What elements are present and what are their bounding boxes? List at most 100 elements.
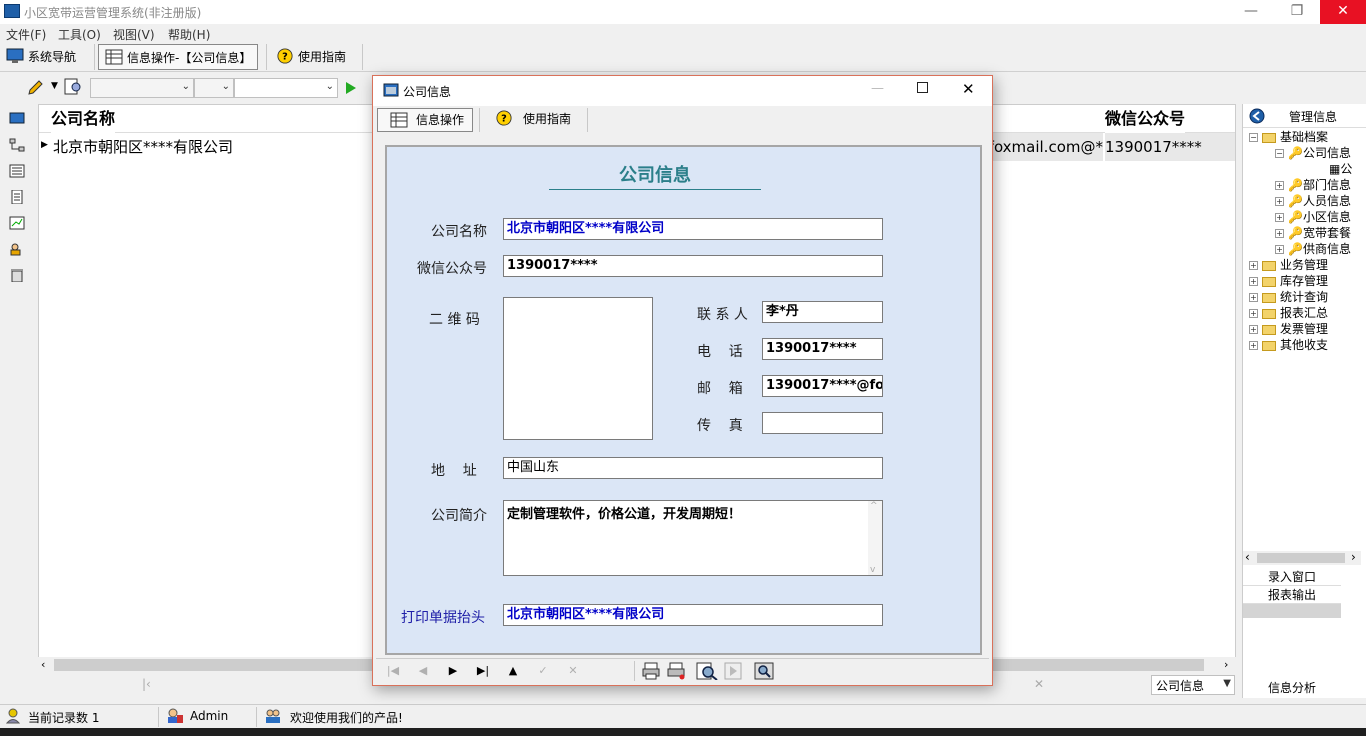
print-icon[interactable] — [641, 662, 661, 680]
search-icon[interactable] — [754, 662, 774, 680]
expand-toggle-icon[interactable]: + — [1249, 277, 1258, 286]
tree-horizontal-scrollbar[interactable]: ‹ › — [1243, 550, 1361, 565]
panel-header: 管理信息 — [1243, 104, 1366, 128]
run-icon[interactable] — [724, 662, 742, 680]
play-icon[interactable] — [345, 81, 357, 95]
dialog-close-button[interactable]: ✕ — [962, 80, 975, 98]
phone-field[interactable]: 1390017**** — [762, 338, 883, 360]
tree-node-basic[interactable]: − 基础档案 — [1249, 129, 1366, 145]
tree-structure-icon[interactable] — [9, 138, 25, 152]
tree-node-inventory[interactable]: + 库存管理 — [1249, 273, 1366, 289]
pencil-icon[interactable] — [26, 79, 44, 97]
tree-node-community[interactable]: + 🔑小区信息 — [1249, 209, 1366, 225]
expand-toggle-icon[interactable]: + — [1249, 261, 1258, 270]
dialog-guide-button[interactable]: ? 使用指南 — [485, 108, 579, 132]
email-field[interactable]: 1390017****@fo: — [762, 375, 883, 397]
scroll-up-icon[interactable]: ^ — [870, 501, 878, 511]
grid-view-select[interactable]: 公司信息 ▼ — [1151, 675, 1235, 695]
first-record-icon[interactable]: |◀ — [384, 663, 402, 679]
tree-node-company[interactable]: − 🔑公司信息 — [1249, 145, 1366, 161]
scroll-down-icon[interactable]: v — [870, 565, 875, 575]
entry-window-link[interactable]: 录入窗口 — [1243, 568, 1341, 586]
field-select[interactable]: ⌄ — [90, 78, 194, 98]
expand-toggle-icon[interactable]: + — [1249, 293, 1258, 302]
tree-leaf-company[interactable]: ▦公 — [1249, 161, 1366, 177]
list-icon[interactable] — [9, 164, 25, 178]
menu-view[interactable]: 视图(V) — [113, 26, 155, 43]
monitor-icon[interactable] — [9, 112, 25, 126]
system-nav-button[interactable]: 系统导航 — [0, 44, 82, 70]
tree-node-statistics[interactable]: + 统计查询 — [1249, 289, 1366, 305]
expand-toggle-icon[interactable]: + — [1275, 245, 1284, 254]
scroll-left-icon[interactable]: ‹ — [1245, 550, 1250, 564]
expand-toggle-icon[interactable]: + — [1275, 181, 1284, 190]
intro-textarea[interactable]: 定制管理软件，价格公道，开发周期短！ ^ v — [503, 500, 883, 576]
info-analysis-tab[interactable]: 信息分析 — [1243, 679, 1341, 696]
report-output-link[interactable]: 报表输出 — [1243, 586, 1341, 604]
value-select[interactable]: ⌄ — [234, 78, 338, 98]
prev-record-icon[interactable]: ◀ — [414, 663, 432, 679]
last-record-icon[interactable]: ▶| — [474, 663, 492, 679]
restore-button[interactable]: ❐ — [1274, 0, 1320, 24]
dialog-maximize-button[interactable] — [917, 82, 928, 93]
print-header-field[interactable]: 北京市朝阳区****有限公司 — [503, 604, 883, 626]
first-record-icon[interactable]: |‹ — [142, 677, 151, 691]
post-record-icon[interactable]: ✓ — [534, 663, 552, 679]
scrollbar-thumb[interactable] — [1257, 553, 1345, 563]
scroll-left-icon[interactable]: ‹ — [41, 658, 45, 671]
column-header-company[interactable]: 公司名称 — [51, 105, 116, 133]
expand-toggle-icon[interactable]: + — [1249, 309, 1258, 318]
menu-file[interactable]: 文件(F) — [6, 26, 46, 43]
expand-toggle-icon[interactable]: + — [1275, 197, 1284, 206]
document-icon[interactable] — [9, 190, 25, 204]
next-record-icon[interactable]: ▶ — [444, 663, 462, 679]
operator-select[interactable]: ⌄ — [194, 78, 234, 98]
tree-node-reports[interactable]: + 报表汇总 — [1249, 305, 1366, 321]
menu-help[interactable]: 帮助(H) — [168, 26, 210, 43]
scroll-right-icon[interactable]: › — [1351, 550, 1356, 564]
tree-node-other[interactable]: + 其他收支 — [1249, 337, 1366, 353]
address-field[interactable]: 中国山东 — [503, 457, 883, 479]
wechat-field[interactable]: 1390017**** — [503, 255, 883, 277]
tree-node-invoice[interactable]: + 发票管理 — [1249, 321, 1366, 337]
info-op-button[interactable]: 信息操作-【公司信息】 — [98, 44, 259, 70]
close-button[interactable]: ✕ — [1320, 0, 1366, 24]
dialog-minimize-button[interactable]: — — [871, 81, 884, 96]
minimize-button[interactable]: — — [1228, 0, 1274, 24]
chart-icon[interactable] — [9, 216, 25, 230]
tree-node-department[interactable]: + 🔑部门信息 — [1249, 177, 1366, 193]
guide-button[interactable]: ? 使用指南 — [270, 44, 352, 70]
preview-icon[interactable] — [64, 78, 84, 96]
tree-node-package[interactable]: + 🔑宽带套餐 — [1249, 225, 1366, 241]
print-preview-icon[interactable] — [696, 662, 718, 680]
expand-toggle-icon[interactable]: + — [1249, 325, 1258, 334]
company-name-field[interactable]: 北京市朝阳区****有限公司 — [503, 218, 883, 240]
menu-tools[interactable]: 工具(O) — [58, 26, 101, 43]
chevron-down-icon[interactable]: ▼ — [51, 81, 58, 91]
scroll-right-icon[interactable]: › — [1224, 658, 1228, 671]
tree-node-label: 报表汇总 — [1280, 306, 1329, 320]
dialog-info-op-button[interactable]: 信息操作 — [377, 108, 474, 132]
contact-field[interactable]: 李*丹 — [762, 301, 883, 323]
tree-node-personnel[interactable]: + 🔑人员信息 — [1249, 193, 1366, 209]
column-header-wechat[interactable]: 微信公众号 — [1105, 105, 1186, 133]
user-group-icon[interactable] — [9, 242, 25, 256]
collapse-toggle-icon[interactable]: − — [1275, 149, 1284, 158]
fax-field[interactable] — [762, 412, 883, 434]
expand-toggle-icon[interactable]: + — [1249, 341, 1258, 350]
collapse-icon[interactable] — [1249, 108, 1265, 124]
trash-icon[interactable] — [9, 268, 25, 282]
cancel-record-icon[interactable]: ✕ — [564, 663, 582, 679]
print-setup-icon[interactable] — [666, 662, 686, 680]
key-icon: 🔑 — [1288, 242, 1303, 256]
collapse-toggle-icon[interactable]: − — [1249, 133, 1258, 142]
tree-node-business[interactable]: + 业务管理 — [1249, 257, 1366, 273]
intro-scrollbar[interactable]: ^ v — [868, 501, 882, 575]
expand-toggle-icon[interactable]: + — [1275, 229, 1284, 238]
insert-record-icon[interactable]: ▲ — [504, 663, 522, 679]
tree-node-label: 公司信息 — [1302, 146, 1351, 160]
expand-toggle-icon[interactable]: + — [1275, 213, 1284, 222]
tree-node-supplier[interactable]: + 🔑供商信息 — [1249, 241, 1366, 257]
cancel-icon[interactable]: ✕ — [1034, 677, 1044, 691]
qrcode-image-box[interactable] — [503, 297, 653, 440]
